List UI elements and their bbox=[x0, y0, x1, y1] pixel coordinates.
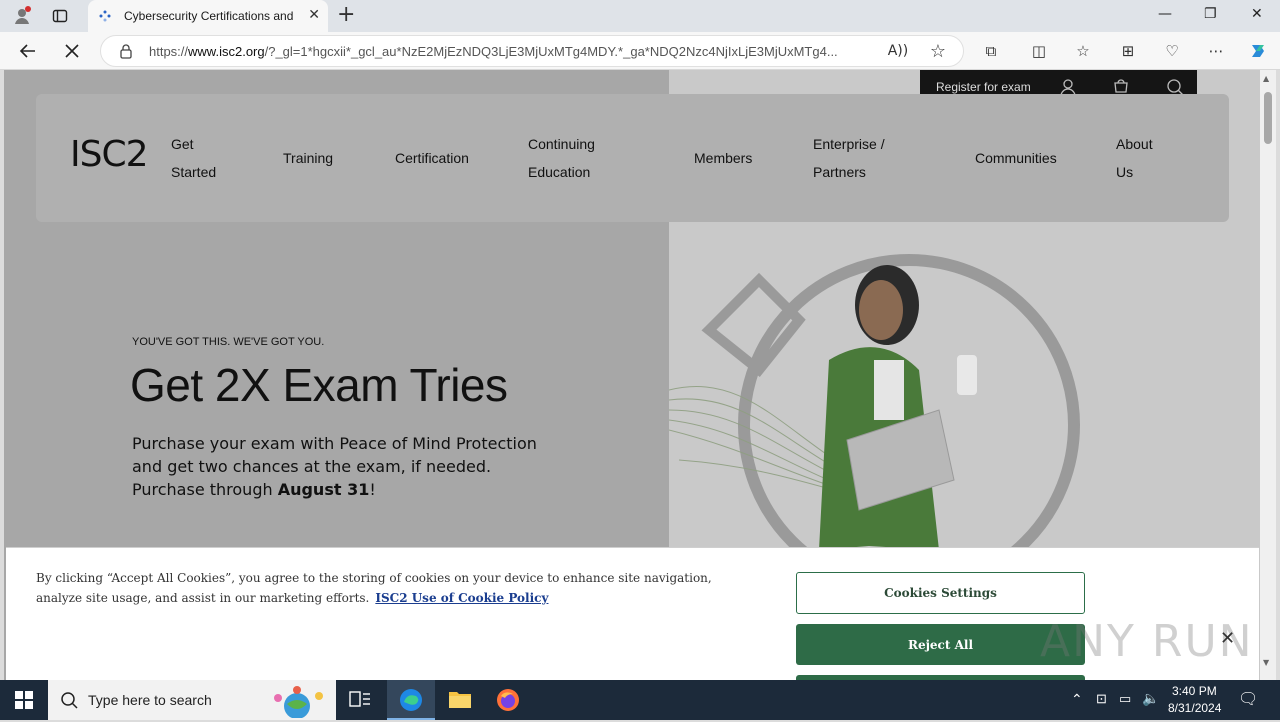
taskbar-search[interactable]: Type here to search bbox=[48, 680, 336, 720]
notifications-icon[interactable]: 🗨 bbox=[1238, 689, 1258, 709]
nav-about-us[interactable]: About Us bbox=[1116, 130, 1153, 186]
tab-title: Cybersecurity Certifications and bbox=[124, 9, 294, 23]
browser-tab-active[interactable]: Cybersecurity Certifications and ✕ bbox=[88, 0, 328, 32]
windows-logo-icon bbox=[15, 691, 33, 709]
collections-icon[interactable]: ⊞ bbox=[1117, 40, 1139, 62]
close-tab-icon[interactable]: ✕ bbox=[308, 7, 320, 23]
read-aloud-icon[interactable]: A)) bbox=[887, 40, 909, 62]
nav-certification[interactable]: Certification bbox=[395, 144, 469, 172]
search-placeholder: Type here to search bbox=[88, 692, 212, 708]
isc2-logo[interactable]: ISC2 bbox=[70, 134, 149, 175]
tab-actions-icon[interactable] bbox=[48, 4, 72, 28]
settings-more-icon[interactable]: ⋯ bbox=[1205, 40, 1227, 62]
hero-eyebrow: YOU'VE GOT THIS. WE'VE GOT YOU. bbox=[132, 336, 325, 348]
main-navigation: ISC2 Get Started Training Certification C… bbox=[36, 94, 1229, 222]
stop-loading-icon[interactable] bbox=[61, 40, 83, 62]
clock-time[interactable]: 3:40 PM bbox=[1172, 684, 1217, 698]
scroll-thumb[interactable] bbox=[1264, 92, 1272, 144]
cookie-text: By clicking “Accept All Cookies”, you ag… bbox=[36, 571, 712, 605]
firefox-icon[interactable] bbox=[496, 688, 520, 716]
search-icon bbox=[60, 691, 78, 713]
windows-taskbar: Type here to search ⌃ ⊡ ▭ 🔈 3:40 PM 8/31… bbox=[0, 680, 1280, 720]
loading-spinner-icon bbox=[99, 10, 111, 22]
close-banner-icon[interactable]: ✕ bbox=[1220, 628, 1235, 649]
favorite-star-icon[interactable]: ☆ bbox=[927, 40, 949, 62]
clock-date[interactable]: 8/31/2024 bbox=[1168, 701, 1221, 715]
cookies-settings-button[interactable]: Cookies Settings bbox=[796, 572, 1085, 614]
taskbar-edge[interactable] bbox=[387, 680, 435, 720]
split-screen-icon[interactable]: ◫ bbox=[1028, 40, 1050, 62]
task-view-icon[interactable] bbox=[349, 690, 371, 714]
address-bar[interactable]: https://www.isc2.org/?_gl=1*hgcxii*_gcl_… bbox=[100, 35, 964, 67]
tray-overflow-icon[interactable]: ⌃ bbox=[1071, 691, 1083, 708]
meet-now-icon[interactable]: ⊡ bbox=[1096, 691, 1107, 707]
network-icon[interactable]: ▭ bbox=[1119, 691, 1131, 707]
nav-training[interactable]: Training bbox=[283, 144, 333, 172]
browser-titlebar: Cybersecurity Certifications and ✕ + — ❐… bbox=[0, 0, 1280, 32]
new-tab-icon[interactable]: + bbox=[337, 4, 355, 26]
browser-essentials-icon[interactable]: ♡ bbox=[1161, 40, 1183, 62]
back-icon[interactable] bbox=[17, 40, 39, 62]
volume-icon[interactable]: 🔈 bbox=[1142, 690, 1159, 707]
copilot-icon[interactable] bbox=[1247, 40, 1269, 62]
browser-toolbar: https://www.isc2.org/?_gl=1*hgcxii*_gcl_… bbox=[0, 32, 1280, 70]
hero-body: Purchase your exam with Peace of Mind Pr… bbox=[132, 434, 537, 499]
nav-communities[interactable]: Communities bbox=[975, 144, 1057, 172]
file-explorer-icon[interactable] bbox=[448, 688, 472, 714]
cookie-banner: By clicking “Accept All Cookies”, you ag… bbox=[6, 547, 1259, 681]
hero-headline: Get 2X Exam Tries bbox=[130, 359, 508, 411]
start-button[interactable] bbox=[0, 680, 48, 720]
search-highlight-icon bbox=[262, 684, 332, 722]
scroll-up-icon[interactable]: ▲ bbox=[1263, 74, 1269, 83]
lock-icon[interactable] bbox=[115, 40, 137, 62]
close-window-icon[interactable]: ✕ bbox=[1251, 6, 1263, 22]
cookie-policy-link[interactable]: ISC2 Use of Cookie Policy bbox=[375, 591, 548, 605]
page-scrollbar[interactable]: ▲ ▼ bbox=[1260, 70, 1276, 680]
scroll-down-icon[interactable]: ▼ bbox=[1263, 658, 1269, 667]
nav-enterprise-partners[interactable]: Enterprise / Partners bbox=[813, 130, 885, 186]
extensions-icon[interactable]: ⧉ bbox=[980, 40, 1002, 62]
nav-continuing-education[interactable]: Continuing Education bbox=[528, 130, 595, 186]
profile-icon[interactable] bbox=[10, 4, 34, 28]
register-for-exam-link[interactable]: Register for exam bbox=[936, 80, 1031, 94]
restore-icon[interactable]: ❐ bbox=[1204, 6, 1217, 22]
edge-icon bbox=[400, 689, 422, 711]
nav-members[interactable]: Members bbox=[694, 144, 752, 172]
favorites-icon[interactable]: ☆ bbox=[1072, 40, 1094, 62]
url-text: https://www.isc2.org/?_gl=1*hgcxii*_gcl_… bbox=[149, 44, 838, 59]
nav-get-started[interactable]: Get Started bbox=[171, 130, 216, 186]
minimize-icon[interactable]: — bbox=[1158, 6, 1172, 22]
